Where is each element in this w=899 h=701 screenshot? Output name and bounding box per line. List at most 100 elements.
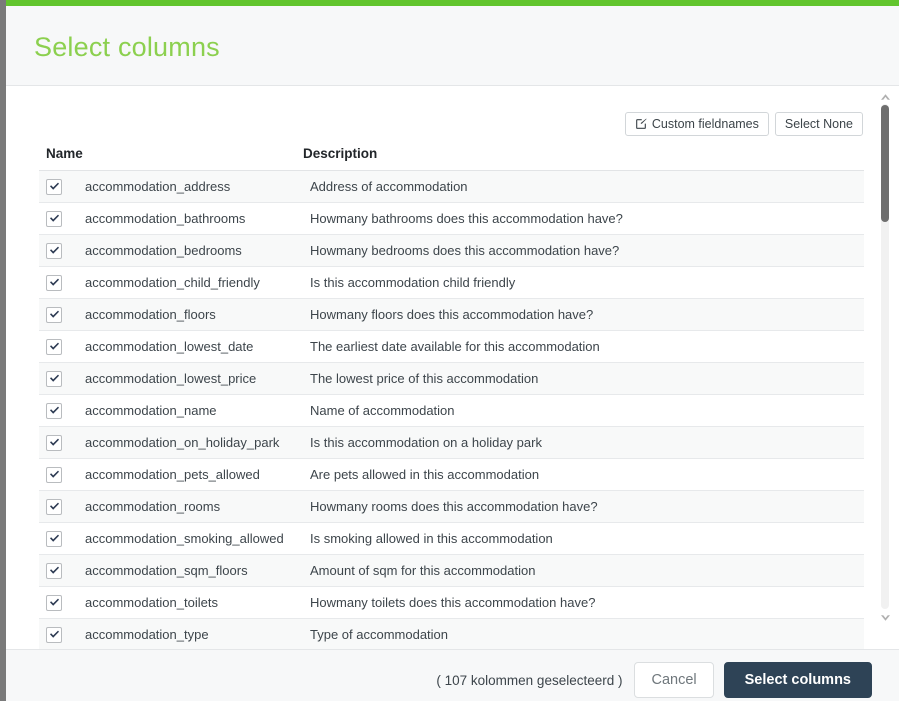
checkmark-icon <box>49 278 59 286</box>
row-field-name: accommodation_name <box>85 403 217 418</box>
checkmark-icon <box>49 630 59 638</box>
row-field-description: Amount of sqm for this accommodation <box>310 563 536 578</box>
row-checkbox[interactable] <box>46 370 62 387</box>
table-row[interactable]: accommodation_child_friendly Is this acco… <box>39 267 864 299</box>
table-row[interactable]: accommodation_bedrooms Howmany bedrooms d… <box>39 235 864 267</box>
row-field-description: Address of accommodation <box>310 179 468 194</box>
scroll-up-arrow[interactable] <box>877 90 893 104</box>
row-checkbox[interactable] <box>46 402 62 419</box>
row-checkbox[interactable] <box>46 562 62 579</box>
checkmark-icon <box>49 214 59 222</box>
table-row[interactable]: accommodation_floors Howmany floors does … <box>39 299 864 331</box>
row-field-description: The earliest date available for this acc… <box>310 339 600 354</box>
checkmark-icon <box>49 182 59 190</box>
modal-body: Custom fieldnames Select None Name Descr… <box>6 87 899 649</box>
custom-fieldnames-button[interactable]: Custom fieldnames <box>624 112 769 136</box>
checkmark-icon <box>49 438 59 446</box>
row-checkbox[interactable] <box>46 466 62 483</box>
checkmark-icon <box>49 534 59 542</box>
modal-footer: ( 107 kolommen geselecteerd ) Cancel Sel… <box>6 649 899 701</box>
row-checkbox[interactable] <box>46 626 62 643</box>
row-checkbox[interactable] <box>46 498 62 515</box>
row-checkbox-cell <box>39 370 85 387</box>
row-field-description: Howmany rooms does this accommodation ha… <box>310 499 598 514</box>
row-checkbox[interactable] <box>46 210 62 227</box>
select-columns-submit-button[interactable]: Select columns <box>723 662 872 698</box>
row-checkbox-cell <box>39 274 85 291</box>
row-field-name: accommodation_address <box>85 179 231 194</box>
pencil-square-icon <box>635 118 647 130</box>
select-none-button[interactable]: Select None <box>774 112 863 136</box>
row-checkbox-cell <box>39 626 85 643</box>
custom-fieldnames-label: Custom fieldnames <box>651 116 759 131</box>
row-checkbox[interactable] <box>46 274 62 291</box>
row-checkbox-cell <box>39 498 85 515</box>
checkmark-icon <box>49 598 59 606</box>
row-checkbox-cell <box>39 562 85 579</box>
table-row[interactable]: accommodation_rooms Howmany rooms does th… <box>39 491 864 523</box>
row-checkbox[interactable] <box>46 306 62 323</box>
row-field-name: accommodation_pets_allowed <box>85 467 260 482</box>
row-field-name: accommodation_child_friendly <box>85 275 260 290</box>
row-checkbox[interactable] <box>46 530 62 547</box>
row-field-name: accommodation_bedrooms <box>85 243 242 258</box>
row-field-name: accommodation_sqm_floors <box>85 563 248 578</box>
row-field-description: Is this accommodation on a holiday park <box>310 435 542 450</box>
row-field-description: Howmany toilets does this accommodation … <box>310 595 596 610</box>
row-checkbox-cell <box>39 530 85 547</box>
row-field-name: accommodation_lowest_price <box>85 371 257 386</box>
vertical-scrollbar[interactable] <box>877 87 893 649</box>
table-row[interactable]: accommodation_name Name of accommodation <box>39 395 864 427</box>
row-checkbox-cell <box>39 306 85 323</box>
scrollbar-thumb[interactable] <box>881 105 889 222</box>
row-field-description: Is this accommodation child friendly <box>310 275 516 290</box>
row-checkbox-cell <box>39 434 85 451</box>
row-checkbox-cell <box>39 402 85 419</box>
row-field-name: accommodation_type <box>85 627 209 642</box>
row-field-name: accommodation_floors <box>85 307 216 322</box>
column-header-description: Description <box>303 146 378 161</box>
row-checkbox-cell <box>39 242 85 259</box>
table-row[interactable]: accommodation_type Type of accommodation <box>39 619 864 649</box>
table-row[interactable]: accommodation_bathrooms Howmany bathrooms… <box>39 203 864 235</box>
selection-count: ( 107 kolommen geselecteerd ) <box>436 672 623 688</box>
checkmark-icon <box>49 342 59 350</box>
cancel-button[interactable]: Cancel <box>634 662 714 698</box>
column-header-name: Name <box>46 146 83 161</box>
row-field-description: Are pets allowed in this accommodation <box>310 467 540 482</box>
row-checkbox[interactable] <box>46 594 62 611</box>
row-checkbox[interactable] <box>46 242 62 259</box>
select-none-label: Select None <box>784 116 853 131</box>
page-title: Select columns <box>34 32 220 62</box>
row-field-description: The lowest price of this accommodation <box>310 371 539 386</box>
table-row[interactable]: accommodation_sqm_floors Amount of sqm fo… <box>39 555 864 587</box>
row-field-name: accommodation_bathrooms <box>85 211 246 226</box>
row-field-name: accommodation_lowest_date <box>85 339 254 354</box>
row-checkbox[interactable] <box>46 178 62 195</box>
columns-table: Name Description accommodation_address Ad… <box>39 145 864 649</box>
row-field-description: Howmany bathrooms does this accommodatio… <box>310 211 623 226</box>
row-field-name: accommodation_smoking_allowed <box>85 531 284 546</box>
table-row[interactable]: accommodation_smoking_allowed Is smoking … <box>39 523 864 555</box>
row-checkbox-cell <box>39 210 85 227</box>
table-header-row: Name Description <box>39 145 864 171</box>
table-row[interactable]: accommodation_lowest_date The earliest da… <box>39 331 864 363</box>
table-row[interactable]: accommodation_on_holiday_park Is this acc… <box>39 427 864 459</box>
row-checkbox-cell <box>39 338 85 355</box>
row-field-description: Type of accommodation <box>310 627 449 642</box>
scroll-down-arrow[interactable] <box>877 611 893 625</box>
table-row[interactable]: accommodation_pets_allowed Are pets allow… <box>39 459 864 491</box>
row-field-description: Name of accommodation <box>310 403 455 418</box>
table-row[interactable]: accommodation_address Address of accommod… <box>39 171 864 203</box>
row-field-description: Howmany floors does this accommodation h… <box>310 307 594 322</box>
table-row[interactable]: accommodation_toilets Howmany toilets doe… <box>39 587 864 619</box>
checkmark-icon <box>49 502 59 510</box>
checkmark-icon <box>49 566 59 574</box>
table-row[interactable]: accommodation_lowest_price The lowest pri… <box>39 363 864 395</box>
row-checkbox[interactable] <box>46 338 62 355</box>
page-root: Select columns Custom fieldnames Select … <box>0 0 899 701</box>
checkmark-icon <box>49 470 59 478</box>
row-checkbox[interactable] <box>46 434 62 451</box>
row-field-name: accommodation_toilets <box>85 595 218 610</box>
row-field-name: accommodation_rooms <box>85 499 221 514</box>
